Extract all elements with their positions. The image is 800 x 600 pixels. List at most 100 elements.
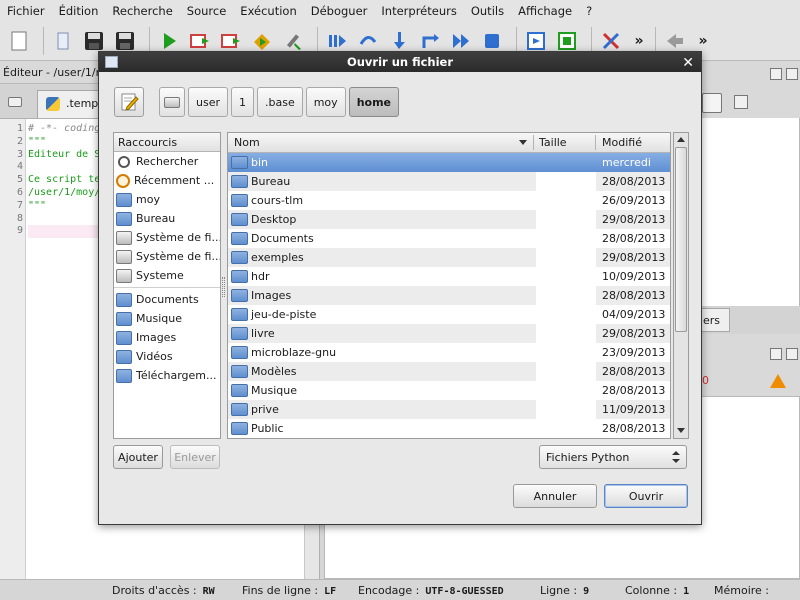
- run-cell-icon: [254, 33, 270, 50]
- menu-fichier[interactable]: Fichier: [0, 4, 52, 18]
- file-row[interactable]: jeu-de-piste 04/09/2013: [228, 305, 670, 324]
- save-all-button[interactable]: [112, 28, 138, 54]
- status-access: Droits d'accès : RW: [112, 584, 215, 597]
- crumb-root[interactable]: [159, 87, 185, 117]
- column-name[interactable]: Nom: [234, 136, 260, 149]
- place-item[interactable]: Vidéos: [114, 347, 220, 366]
- new-file-icon: [11, 31, 27, 50]
- toolbar-overflow-button[interactable]: »: [629, 33, 649, 49]
- file-name: exemples: [251, 251, 304, 264]
- file-row[interactable]: Documents 28/08/2013: [228, 229, 670, 248]
- run-again-button[interactable]: [218, 28, 244, 54]
- step-into-button[interactable]: [386, 28, 412, 54]
- menu-recherche[interactable]: Recherche: [105, 4, 179, 18]
- file-type-filter[interactable]: Fichiers Python: [539, 445, 687, 469]
- place-item[interactable]: Bureau: [114, 209, 220, 228]
- editor-tab[interactable]: .temp: [37, 90, 107, 118]
- place-item[interactable]: Système de fi...: [114, 247, 220, 266]
- sort-arrow-icon: [519, 140, 527, 145]
- run-cell-button[interactable]: [249, 28, 275, 54]
- options-menu-icon[interactable]: [770, 95, 792, 109]
- menu-execution[interactable]: Exécution: [233, 4, 303, 18]
- close-pane-icon-2[interactable]: [786, 348, 798, 360]
- scroll-down-icon[interactable]: [677, 428, 685, 433]
- open-file-button[interactable]: [50, 28, 76, 54]
- dropdown-icon[interactable]: [702, 93, 722, 113]
- fullscreen-button[interactable]: [554, 28, 580, 54]
- place-item[interactable]: Rechercher: [114, 152, 220, 171]
- menu-interpreteurs[interactable]: Interpréteurs: [374, 4, 463, 18]
- type-location-button[interactable]: [114, 87, 144, 117]
- column-modified[interactable]: Modifié: [602, 136, 642, 149]
- file-row[interactable]: Desktop 29/08/2013: [228, 210, 670, 229]
- options-menu-icon-2[interactable]: [730, 374, 752, 388]
- cancel-button[interactable]: Annuler: [513, 484, 597, 508]
- file-row[interactable]: Images 28/08/2013: [228, 286, 670, 305]
- menu-source[interactable]: Source: [180, 4, 234, 18]
- file-row[interactable]: prive 11/09/2013: [228, 400, 670, 419]
- crumb-4[interactable]: moy: [305, 87, 346, 117]
- scroll-thumb[interactable]: [675, 147, 687, 332]
- run-button[interactable]: [156, 28, 182, 54]
- new-file-button[interactable]: [6, 28, 32, 54]
- file-row[interactable]: Modèles 28/08/2013: [228, 362, 670, 381]
- close-pane-icon[interactable]: [786, 68, 798, 80]
- run-config-button[interactable]: [187, 28, 213, 54]
- stop-debug-button[interactable]: [479, 28, 505, 54]
- dialog-titlebar[interactable]: Ouvrir un fichier ✕: [99, 52, 701, 72]
- place-item[interactable]: moy: [114, 190, 220, 209]
- menu-deboguer[interactable]: Déboguer: [304, 4, 375, 18]
- back-button[interactable]: [662, 28, 688, 54]
- menu-affichage[interactable]: Affichage: [511, 4, 579, 18]
- debug-button[interactable]: [324, 28, 350, 54]
- toolbar-overflow-button-2[interactable]: »: [693, 33, 713, 49]
- crumb-3[interactable]: .base: [257, 87, 303, 117]
- menu-outils[interactable]: Outils: [464, 4, 511, 18]
- pane-splitter[interactable]: [222, 277, 225, 297]
- save-pane-icon[interactable]: [734, 95, 748, 109]
- place-item[interactable]: Images: [114, 328, 220, 347]
- crumb-2[interactable]: 1: [231, 87, 254, 117]
- column-size[interactable]: Taille: [539, 136, 567, 149]
- close-icon[interactable]: ✕: [682, 53, 694, 73]
- file-row[interactable]: Bureau 28/08/2013: [228, 172, 670, 191]
- place-item[interactable]: Récemment ...: [114, 171, 220, 190]
- file-row[interactable]: bin mercredi: [228, 153, 670, 172]
- place-item[interactable]: Documents: [114, 290, 220, 309]
- continue-button[interactable]: [448, 28, 474, 54]
- crumb-5[interactable]: home: [348, 87, 399, 117]
- file-row[interactable]: Musique 28/08/2013: [228, 381, 670, 400]
- undock-icon[interactable]: [770, 68, 782, 80]
- file-row[interactable]: Public 28/08/2013: [228, 419, 670, 438]
- menu-aide[interactable]: ?: [579, 4, 599, 18]
- file-list-scrollbar[interactable]: [673, 132, 689, 439]
- open-button[interactable]: Ouvrir: [604, 484, 688, 508]
- warning-icon[interactable]: [770, 374, 786, 388]
- place-item[interactable]: Téléchargem...: [114, 366, 220, 385]
- file-row[interactable]: microblaze-gnu 23/09/2013: [228, 343, 670, 362]
- undock-icon-2[interactable]: [770, 348, 782, 360]
- menu-edition[interactable]: Édition: [52, 4, 106, 18]
- place-item[interactable]: Système de fi...: [114, 228, 220, 247]
- file-row[interactable]: cours-tlm 26/09/2013: [228, 191, 670, 210]
- step-button[interactable]: [355, 28, 381, 54]
- tab-list-button[interactable]: [8, 97, 22, 107]
- scroll-up-icon[interactable]: [677, 137, 685, 142]
- file-modified: 10/09/2013: [602, 270, 666, 283]
- file-modified: 28/08/2013: [602, 384, 666, 397]
- crumb-1[interactable]: user: [188, 87, 228, 117]
- add-bookmark-button[interactable]: Ajouter: [113, 445, 163, 469]
- file-row[interactable]: exemples 29/08/2013: [228, 248, 670, 267]
- file-row[interactable]: hdr 10/09/2013: [228, 267, 670, 286]
- place-item[interactable]: Musique: [114, 309, 220, 328]
- preferences-button[interactable]: [598, 28, 624, 54]
- remove-bookmark-button[interactable]: Enlever: [170, 445, 220, 469]
- folder-icon: [116, 330, 132, 345]
- place-item[interactable]: Systeme: [114, 266, 220, 285]
- save-button[interactable]: [81, 28, 107, 54]
- maximize-pane-button[interactable]: [523, 28, 549, 54]
- right-tab[interactable]: ers: [700, 308, 730, 332]
- file-row[interactable]: livre 29/08/2013: [228, 324, 670, 343]
- step-return-button[interactable]: [417, 28, 443, 54]
- tools-button[interactable]: [280, 28, 306, 54]
